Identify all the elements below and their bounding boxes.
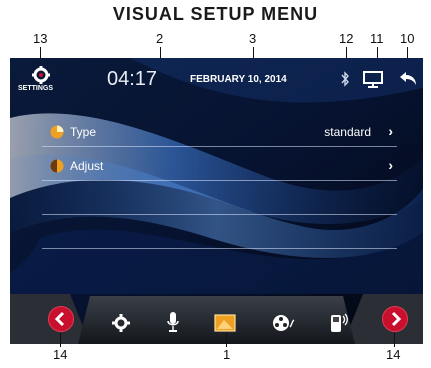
callout-12: 12 — [339, 31, 354, 46]
callout-1: 1 — [223, 347, 231, 362]
settings-icon[interactable] — [28, 66, 54, 84]
chevron-right-icon: › — [388, 157, 393, 173]
media-reel-icon[interactable] — [272, 313, 296, 333]
monitor-icon[interactable] — [362, 70, 384, 88]
chevron-right-icon: › — [388, 123, 393, 139]
wave-background — [10, 58, 423, 344]
next-page-button[interactable] — [382, 306, 408, 332]
visual-setup-icon[interactable] — [214, 312, 236, 334]
menu-row-value: standard — [324, 125, 371, 139]
divider — [42, 146, 397, 147]
callout-line-14-right — [394, 333, 395, 347]
menu-row-type[interactable]: Type standard › — [50, 122, 397, 144]
settings-label: SETTINGS — [18, 85, 54, 92]
clock-time: 04:17 — [107, 68, 158, 90]
callout-line-1 — [226, 333, 227, 347]
phone-icon[interactable] — [328, 311, 350, 333]
menu-row-adjust[interactable]: Adjust › — [50, 156, 397, 178]
adjust-dot-icon — [50, 159, 64, 173]
gear-icon[interactable] — [112, 314, 130, 332]
chevron-left-icon — [54, 311, 65, 327]
callout-14-left: 14 — [53, 347, 68, 362]
menu-row-label: Type — [70, 125, 97, 139]
menu-row-label: Adjust — [70, 159, 104, 173]
divider — [42, 214, 397, 215]
callout-10: 10 — [400, 31, 415, 46]
date-display: FEBRUARY 10, 2014 — [190, 74, 287, 85]
callout-11: 11 — [370, 31, 384, 46]
divider — [42, 248, 397, 249]
bluetooth-icon[interactable] — [340, 71, 350, 87]
back-arrow-icon[interactable] — [398, 70, 418, 86]
divider — [42, 180, 397, 181]
microphone-icon[interactable] — [166, 311, 180, 333]
head-unit-screen: SETTINGS 04:17 FEBRUARY 10, 2014 Type st… — [10, 58, 423, 344]
chevron-right-icon — [391, 311, 402, 327]
callout-3: 3 — [249, 31, 257, 46]
callout-line-14-left — [60, 333, 61, 347]
callout-2: 2 — [156, 31, 164, 46]
callout-14-right: 14 — [386, 347, 401, 362]
page-heading: VISUAL SETUP MENU — [112, 4, 319, 24]
previous-page-button[interactable] — [48, 306, 74, 332]
type-dot-icon — [50, 125, 64, 139]
callout-13: 13 — [33, 31, 48, 46]
